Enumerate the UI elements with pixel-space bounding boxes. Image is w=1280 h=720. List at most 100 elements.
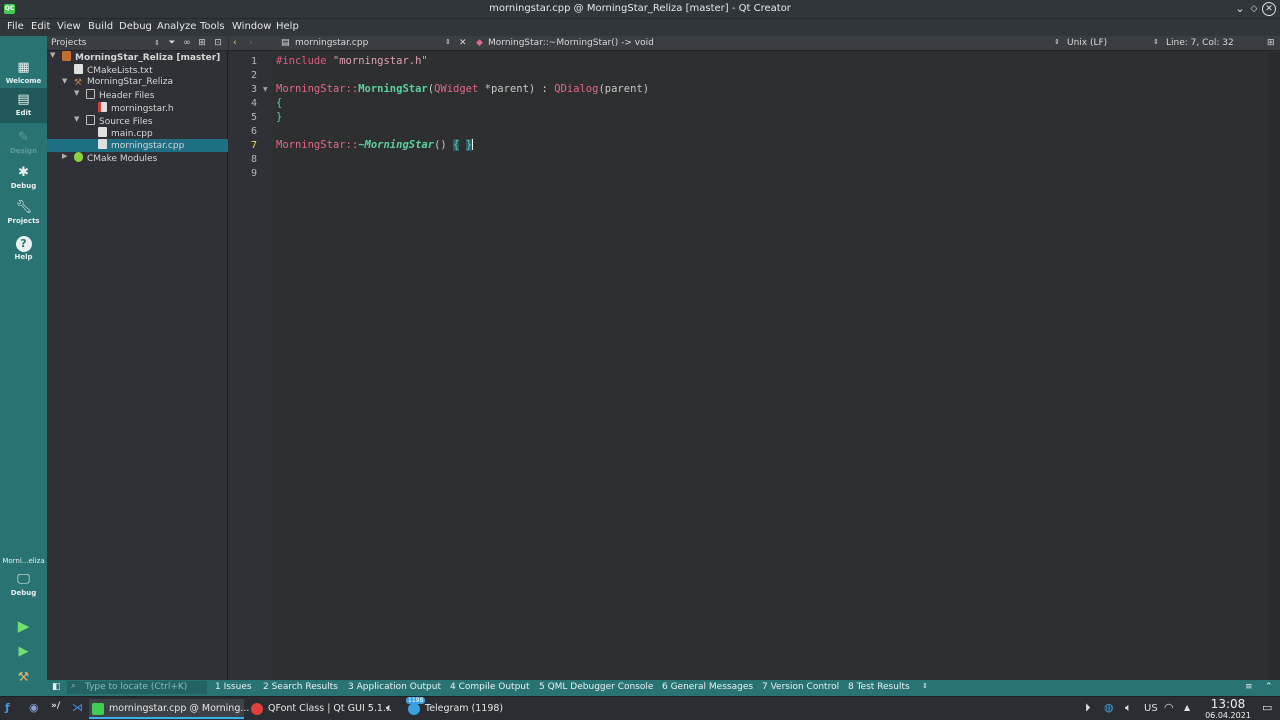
projects-pane: Projects ⇕ ⏷ ∞ ⊞ ⊡ ▼ MorningStar_Reliza … bbox=[47, 36, 228, 680]
maximize-icon[interactable]: ◇ bbox=[1247, 2, 1261, 16]
run-button[interactable]: ▶ bbox=[0, 614, 47, 638]
minimize-icon[interactable]: ⌄ bbox=[1233, 2, 1247, 16]
maximize-pane-icon[interactable]: ⌃ bbox=[1265, 682, 1273, 692]
close-icon[interactable]: ✕ bbox=[1262, 2, 1276, 16]
method-icon: ◆ bbox=[476, 38, 483, 48]
code-line-1[interactable]: #include "morningstar.h" bbox=[276, 55, 428, 67]
grid-icon: ▦ bbox=[17, 60, 30, 75]
link-icon[interactable]: ∞ bbox=[181, 37, 193, 49]
task-qt-creator[interactable]: morningstar.cpp @ Morning... bbox=[89, 699, 249, 719]
filter-icon[interactable]: ⏷ bbox=[166, 37, 178, 49]
tab-search-results[interactable]: 2 Search Results bbox=[263, 682, 338, 692]
mode-edit[interactable]: ▤ Edit bbox=[0, 88, 47, 123]
output-menu-icon[interactable]: ≡ bbox=[1245, 682, 1253, 692]
expand-arrow-icon[interactable]: ▼ bbox=[74, 115, 79, 123]
qt-creator-icon bbox=[92, 703, 104, 715]
menu-build[interactable]: Build bbox=[88, 21, 113, 32]
tree-item-cmakelists[interactable]: CMakeLists.txt bbox=[74, 64, 153, 77]
kit-selector-button[interactable]: 🖵︎ Debug bbox=[0, 568, 47, 603]
expand-arrow-icon[interactable]: ▼ bbox=[50, 51, 55, 59]
expand-arrow-icon[interactable]: ▼ bbox=[74, 89, 79, 97]
menu-analyze[interactable]: Analyze bbox=[157, 21, 196, 32]
editor-vertical-scrollbar[interactable] bbox=[1268, 52, 1280, 680]
tab-qml-debugger-console[interactable]: 5 QML Debugger Console bbox=[539, 682, 653, 692]
media-icon[interactable]: ⏵ bbox=[1085, 701, 1091, 715]
output-pane-bar: ◧ ⌕ Type to locate (Ctrl+K) 1 Issues 2 S… bbox=[47, 680, 1280, 696]
tree-item-header-files[interactable]: ▼ Header Files bbox=[74, 89, 154, 102]
fold-marker-icon[interactable]: ▼ bbox=[263, 86, 268, 93]
view-dropdown-icon[interactable]: ⇕ bbox=[151, 37, 163, 49]
tab-version-control[interactable]: 7 Version Control bbox=[762, 682, 839, 692]
projects-view-selector[interactable]: Projects bbox=[51, 38, 86, 48]
tray-expand-icon[interactable]: ▲ bbox=[1184, 703, 1190, 712]
locator-input[interactable]: ⌕ Type to locate (Ctrl+K) bbox=[67, 681, 207, 694]
menu-window[interactable]: Window bbox=[232, 21, 271, 32]
tab-general-messages[interactable]: 6 General Messages bbox=[662, 682, 753, 692]
tab-compile-output[interactable]: 4 Compile Output bbox=[450, 682, 530, 692]
discord-icon[interactable]: ◉ bbox=[29, 701, 39, 714]
speaker-task-icon[interactable]: 🔈︎ bbox=[386, 701, 393, 715]
close-file-icon[interactable]: ✕ bbox=[459, 38, 467, 48]
task-browser-qfont[interactable]: QFont Class | Qt GUI 5.1... bbox=[248, 699, 392, 719]
expand-arrow-icon[interactable]: ▼ bbox=[62, 77, 67, 85]
code-line-5[interactable]: } bbox=[276, 111, 282, 123]
keyboard-layout-indicator[interactable]: US bbox=[1144, 703, 1158, 714]
file-dropdown-icon[interactable]: ⇕ bbox=[445, 38, 451, 46]
close-pane-icon[interactable]: ⊡ bbox=[212, 37, 224, 49]
line-ending-dropdown-icon[interactable]: ⇕ bbox=[1153, 38, 1159, 46]
mode-debug[interactable]: ✱ Debug bbox=[0, 161, 47, 196]
line-col-indicator[interactable]: Line: 7, Col: 32 bbox=[1166, 38, 1234, 48]
mode-design[interactable]: ✎ Design bbox=[0, 126, 47, 161]
code-line-3[interactable]: MorningStar::MorningStar(QWidget *parent… bbox=[276, 83, 649, 95]
mode-welcome[interactable]: ▦ Welcome bbox=[0, 56, 47, 91]
open-file-selector[interactable]: morningstar.cpp bbox=[295, 38, 368, 48]
collapse-arrow-icon[interactable]: ▶ bbox=[62, 152, 67, 160]
current-line-number: 7 bbox=[250, 140, 257, 151]
split-icon[interactable]: ⊞ bbox=[196, 37, 208, 49]
wrench-icon: 🔧︎ bbox=[15, 200, 33, 215]
mode-help[interactable]: ? Help bbox=[0, 232, 47, 267]
line-number: 6 bbox=[250, 126, 257, 137]
symbol-dropdown-icon[interactable]: ⇕ bbox=[1054, 38, 1060, 46]
forward-arrow-icon[interactable]: › bbox=[249, 38, 253, 48]
line-number: 1 bbox=[250, 56, 257, 67]
telegram-icon bbox=[408, 703, 420, 715]
tab-application-output[interactable]: 3 Application Output bbox=[348, 682, 441, 692]
menu-help[interactable]: Help bbox=[276, 21, 299, 32]
menu-view[interactable]: View bbox=[57, 21, 81, 32]
code-line-7[interactable]: MorningStar::~MorningStar() { } bbox=[276, 139, 474, 151]
more-tabs-icon[interactable]: ⇕ bbox=[922, 682, 928, 690]
task-telegram[interactable]: Telegram (1198) bbox=[405, 699, 555, 719]
show-desktop-icon[interactable]: ▭ bbox=[1262, 701, 1272, 714]
menu-debug[interactable]: Debug bbox=[119, 21, 152, 32]
terminal-icon[interactable]: »/ bbox=[51, 701, 60, 711]
tree-item-morningstar-cpp[interactable]: morningstar.cpp bbox=[98, 139, 184, 152]
tab-test-results[interactable]: 8 Test Results bbox=[848, 682, 910, 692]
tree-root-project[interactable]: ▼ MorningStar_Reliza [master] bbox=[50, 51, 220, 64]
tree-item-morningstar-h[interactable]: morningstar.h bbox=[98, 102, 174, 115]
split-editor-icon[interactable]: ⊞ bbox=[1267, 38, 1275, 48]
editor-toolbar: ‹ › ▤ morningstar.cpp ⇕ ✕ ◆ MorningStar:… bbox=[229, 36, 1280, 51]
symbol-selector[interactable]: MorningStar::~MorningStar() -> void bbox=[488, 38, 654, 48]
file-tab-icon: ▤ bbox=[281, 38, 290, 48]
volume-icon[interactable]: 🔈︎ bbox=[1125, 701, 1132, 715]
vscode-icon[interactable]: ⋊ bbox=[72, 701, 83, 714]
build-button[interactable]: ⚒︎ bbox=[0, 666, 47, 690]
tab-issues[interactable]: 1 Issues bbox=[215, 682, 252, 692]
back-arrow-icon[interactable]: ‹ bbox=[233, 38, 237, 48]
tree-item-cmake-modules[interactable]: ▶ CMake Modules bbox=[62, 152, 157, 165]
line-number: 2 bbox=[250, 70, 257, 81]
mode-projects[interactable]: 🔧︎ Projects bbox=[0, 196, 47, 231]
menu-tools[interactable]: Tools bbox=[200, 21, 225, 32]
clock[interactable]: 13:08 06.04.2021 bbox=[1200, 698, 1256, 720]
menu-edit[interactable]: Edit bbox=[31, 21, 50, 32]
code-line-4[interactable]: { bbox=[276, 97, 282, 109]
fedora-menu-icon[interactable]: ƒ bbox=[5, 701, 10, 714]
code-editor[interactable]: #include "morningstar.h" MorningStar::Mo… bbox=[273, 52, 1268, 680]
toggle-sidebar-icon[interactable]: ◧ bbox=[52, 682, 61, 692]
debug-run-button[interactable]: ▶ bbox=[0, 640, 47, 664]
menu-file[interactable]: File bbox=[7, 21, 24, 32]
network-globe-icon[interactable]: ◍ bbox=[1104, 701, 1114, 714]
wifi-icon[interactable]: ◠ bbox=[1164, 701, 1174, 714]
line-ending-selector[interactable]: Unix (LF) bbox=[1067, 38, 1107, 48]
